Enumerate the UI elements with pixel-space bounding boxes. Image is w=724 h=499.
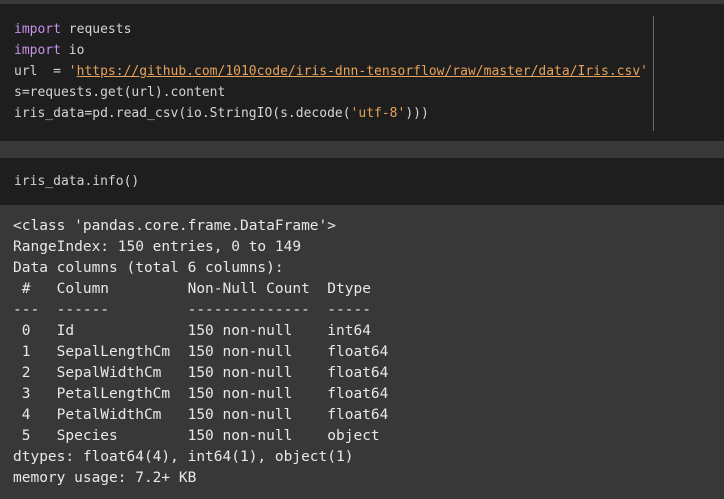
code-line-4: s=requests.get(url).content: [14, 85, 226, 100]
output-dtypes: dtypes: float64(4), int64(1), object(1): [13, 449, 354, 465]
output-range-index: RangeIndex: 150 entries, 0 to 149: [13, 239, 302, 255]
code-line-info: iris_data.info(): [14, 174, 140, 189]
output-table-header: # Column Non-Null Count Dtype: [13, 281, 389, 297]
output-columns-summary: Data columns (total 6 columns):: [13, 260, 284, 276]
output-memory-usage: memory usage: 7.2+ KB: [13, 470, 197, 486]
code-cell-1-source[interactable]: import requests import io url = 'https:/…: [14, 19, 648, 124]
output-class-line: <class 'pandas.core.frame.DataFrame'>: [13, 218, 337, 234]
table-row: 5 Species 150 non-null object: [13, 428, 389, 444]
code-cell-2-source[interactable]: iris_data.info(): [14, 171, 139, 192]
code-line-5: iris_data=pd.read_csv(io.StringIO(s.deco…: [14, 106, 429, 121]
table-row: 2 SepalWidthCm 150 non-null float64: [13, 365, 389, 381]
keyword-import: import: [14, 22, 61, 37]
code-line-2: import io: [14, 43, 85, 58]
string-literal: 'utf-8': [350, 106, 406, 121]
line-length-ruler: [653, 16, 654, 131]
table-row: 4 PetalWidthCm 150 non-null float64: [13, 407, 389, 423]
csv-url-link[interactable]: https://github.com/1010code/iris-dnn-ten…: [77, 64, 641, 79]
code-line-1: import requests: [14, 22, 132, 37]
info-output-text: <class 'pandas.core.frame.DataFrame'> Ra…: [13, 216, 388, 489]
table-row: 3 PetalLengthCm 150 non-null float64: [13, 386, 389, 402]
table-row: 1 SepalLengthCm 150 non-null float64: [13, 344, 389, 360]
output-table-separator: --- ------ -------------- -----: [13, 302, 389, 318]
code-line-3: url = 'https://github.com/1010code/iris-…: [14, 64, 648, 79]
keyword-import: import: [14, 43, 61, 58]
table-row: 0 Id 150 non-null int64: [13, 323, 389, 339]
